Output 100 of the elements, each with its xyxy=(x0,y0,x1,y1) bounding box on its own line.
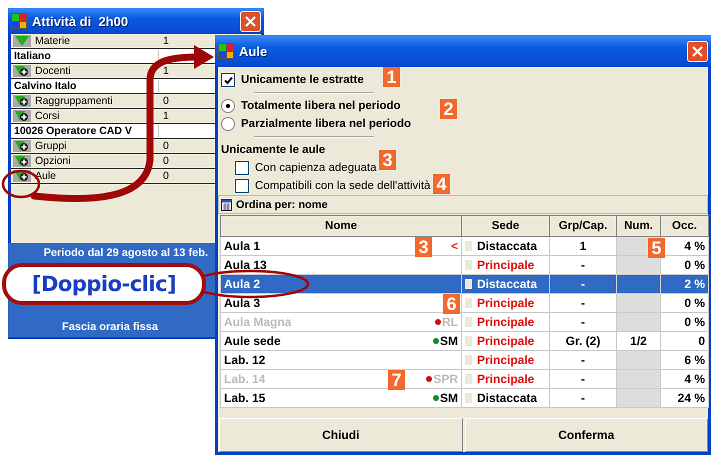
table-cell: 0 % xyxy=(660,312,708,332)
number-badge: 3 xyxy=(379,150,396,170)
number-badge: 3 xyxy=(415,237,432,257)
radio-button[interactable] xyxy=(221,117,235,131)
option-label: Parzialmente libera nel periodo xyxy=(241,118,411,130)
number-badge: 6 xyxy=(443,294,460,314)
site-label: Principale xyxy=(477,372,534,386)
group-label: Raggruppamenti xyxy=(34,95,114,107)
room-tag: RL xyxy=(442,315,458,329)
site-label: Distaccata xyxy=(477,391,538,405)
option-label: Con capienza adeguata xyxy=(255,162,376,174)
option-label: Compatibili con la sede dell'attività xyxy=(255,180,430,192)
site-label: Principale xyxy=(477,353,534,367)
room-tag: SM xyxy=(440,391,458,405)
table-cell: Gr. (2) xyxy=(550,332,616,350)
room-name: Aula 1 xyxy=(224,239,260,253)
window-title: Aule xyxy=(239,44,268,58)
table-cell: 0 xyxy=(660,332,708,350)
group-label: Opzioni xyxy=(34,155,72,167)
number-badge: 5 xyxy=(648,238,665,258)
item-label: Calvino Italo xyxy=(14,80,159,92)
group-count: 0 xyxy=(163,140,170,152)
room-name: Aula 13 xyxy=(224,258,267,272)
close-icon xyxy=(245,16,256,26)
number-badge: 7 xyxy=(388,370,405,390)
sort-bar[interactable]: Ordina per: nome xyxy=(218,195,708,214)
table-cell: - xyxy=(550,274,616,294)
color-swatch xyxy=(465,241,472,251)
table-cell: 1/2 xyxy=(616,332,660,350)
footer-label: Fascia oraria fissa xyxy=(62,321,158,333)
close-button[interactable] xyxy=(687,40,708,62)
site-label: Distaccata xyxy=(477,239,538,253)
site-label: Principale xyxy=(477,258,534,272)
check-icon xyxy=(224,76,232,84)
group-count: 1 xyxy=(163,35,170,47)
number-badge: 4 xyxy=(433,174,450,194)
table-cell: 4 % xyxy=(660,370,708,388)
room-name: Lab. 14 xyxy=(224,372,266,386)
item-label: Italiano xyxy=(14,50,159,62)
column-header[interactable]: Nome xyxy=(220,216,462,236)
column-header[interactable]: Grp/Cap. xyxy=(550,216,616,236)
site-label: Distaccata xyxy=(477,277,538,291)
table-cell: 6 % xyxy=(660,350,708,370)
site-label: Principale xyxy=(477,334,534,348)
group-count: 0 xyxy=(163,155,170,167)
room-name: Aule sede xyxy=(224,334,281,348)
table-cell: 24 % xyxy=(660,388,708,408)
confirm-button[interactable]: Conferma xyxy=(464,418,708,452)
checkbox[interactable] xyxy=(235,161,249,175)
column-header[interactable]: Num. xyxy=(616,216,660,236)
window-title: Attività di 2h00 xyxy=(32,14,130,28)
room-tag: SPR xyxy=(433,372,458,386)
group-count: 0 xyxy=(163,170,170,182)
period-label: Periodo dal 29 agosto al 13 feb. xyxy=(44,247,208,259)
marker: < xyxy=(450,239,458,253)
option-label: Totalmente libera nel periodo xyxy=(241,100,401,112)
group-count: 1 xyxy=(163,65,170,77)
table-cell: 2 % xyxy=(660,274,708,294)
table-cell: - xyxy=(550,312,616,332)
room-name: Aula Magna xyxy=(224,315,292,329)
room-name: Lab. 12 xyxy=(224,353,266,367)
group-label: Corsi xyxy=(34,110,61,122)
close-button[interactable] xyxy=(240,10,261,32)
callout-label: [Doppio-clic] xyxy=(2,263,206,305)
table-cell: 1 xyxy=(550,236,616,256)
app-icon xyxy=(218,43,234,59)
color-swatch xyxy=(465,260,472,270)
group-label: Docenti xyxy=(34,65,72,77)
calendar-icon xyxy=(221,198,232,210)
column-header[interactable]: Occ. xyxy=(660,216,708,236)
column-header[interactable]: Sede xyxy=(462,216,550,236)
checkbox[interactable] xyxy=(221,73,235,87)
section-heading: Unicamente le aule xyxy=(221,144,326,156)
group-count: 1 xyxy=(163,110,170,122)
option-label: Unicamente le estratte xyxy=(241,74,364,86)
room-name: Aula 3 xyxy=(224,296,260,310)
radio-button[interactable] xyxy=(221,99,235,113)
table-cell: - xyxy=(550,370,616,388)
close-dialog-button[interactable]: Chiudi xyxy=(219,418,462,452)
room-name: Aula 2 xyxy=(224,277,260,291)
table-cell: - xyxy=(550,256,616,274)
item-label: 10026 Operatore CAD V xyxy=(14,125,159,137)
group-count: 0 xyxy=(163,95,170,107)
color-swatch xyxy=(465,336,472,346)
color-swatch xyxy=(465,317,472,327)
close-icon xyxy=(692,46,703,56)
color-swatch xyxy=(465,374,472,384)
room-name: Lab. 15 xyxy=(224,391,266,405)
site-label: Principale xyxy=(477,315,534,329)
color-swatch xyxy=(465,279,472,289)
table-cell: 0 % xyxy=(660,256,708,274)
group-label: Materie xyxy=(34,35,72,47)
room-tag: SM xyxy=(440,334,458,348)
checkbox[interactable] xyxy=(235,179,249,193)
app-icon xyxy=(11,13,27,29)
table-cell: - xyxy=(550,388,616,408)
table-cell: - xyxy=(550,350,616,370)
sort-label: Ordina per: nome xyxy=(236,198,328,210)
table-cell: 0 % xyxy=(660,294,708,312)
table-cell: - xyxy=(550,294,616,312)
